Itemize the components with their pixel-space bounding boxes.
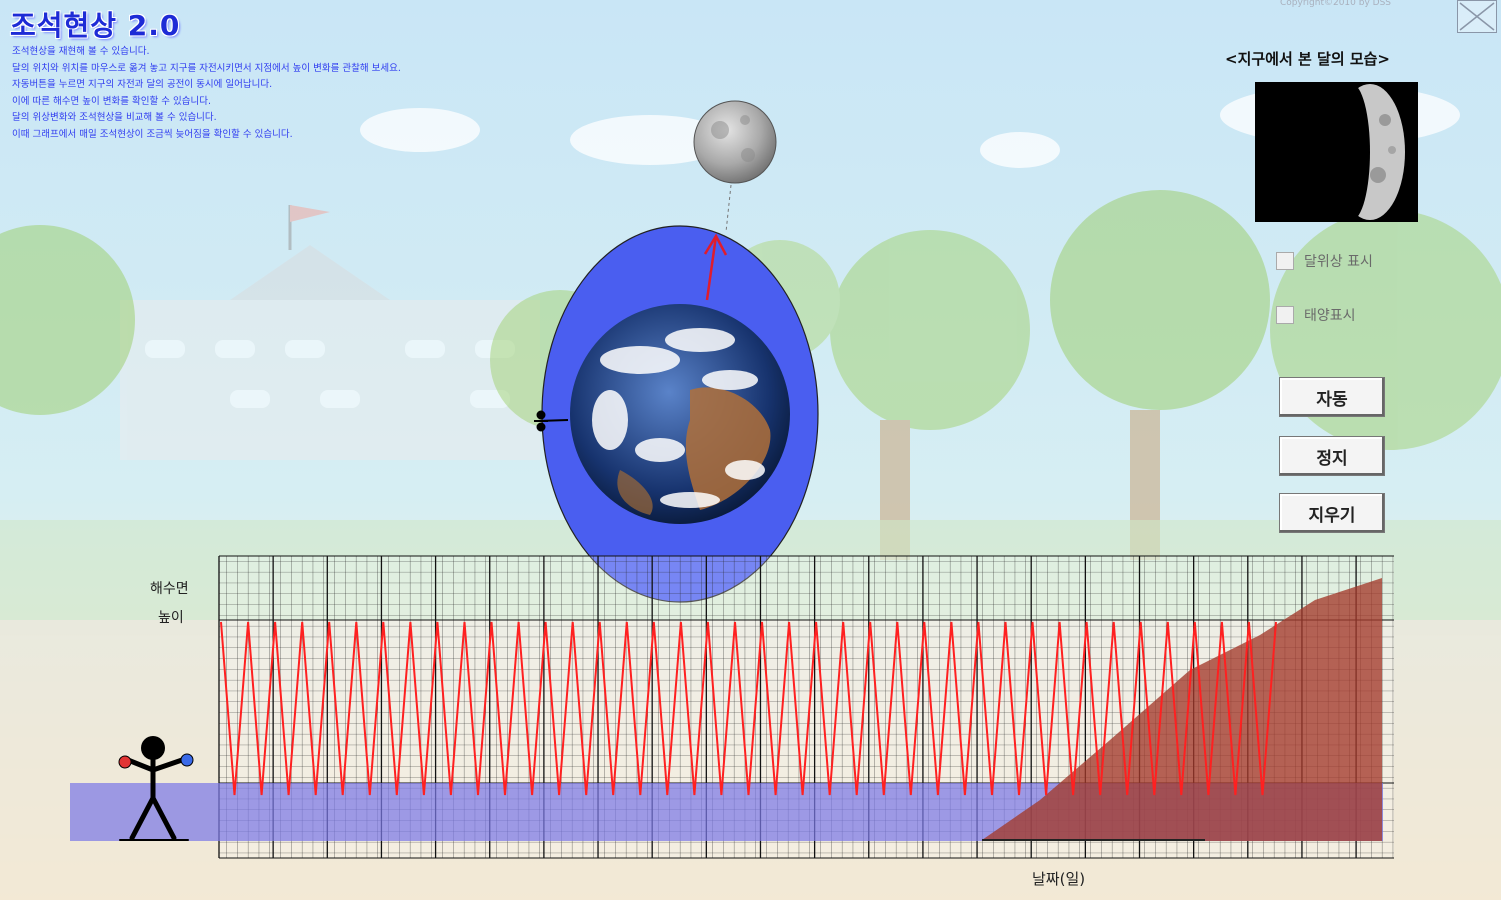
x-axis-label: 날짜(일) (1032, 870, 1086, 888)
copyright-text: Copyright©2010 by DSS (1280, 0, 1391, 8)
stop-button[interactable]: 정지 (1279, 436, 1385, 476)
earth-globe[interactable] (570, 304, 790, 524)
close-icon (1459, 2, 1495, 31)
sun-checkbox[interactable] (1276, 306, 1294, 324)
description-line: 자동버튼을 누르면 지구의 자전과 달의 공전이 동시에 일어납니다. (12, 79, 273, 90)
description-line: 이에 따른 해수면 높이 변화를 확인할 수 있습니다. (12, 95, 211, 107)
tide-graph (70, 555, 1394, 859)
sun-checkbox-label: 태양표시 (1304, 308, 1356, 324)
description-line: 달의 위치와 위치를 마우스로 옮겨 놓고 지구를 자전시키면서 지점에서 높이… (12, 62, 401, 74)
clear-button[interactable]: 지우기 (1279, 493, 1385, 533)
close-button[interactable] (1457, 0, 1497, 33)
moon-view-caption: <지구에서 본 달의 모습> (1225, 50, 1391, 68)
auto-button[interactable]: 자동 (1279, 377, 1385, 417)
moon-phase-image (1255, 82, 1418, 222)
description-line: 조석현상을 재현해 볼 수 있습니다. (12, 46, 150, 57)
y-axis-label-line2: 높이 (158, 610, 184, 626)
app-title: 조석현상 2.0 (10, 9, 181, 42)
description-line: 달의 위상변화와 조석현상을 비교해 볼 수 있습니다. (12, 112, 217, 123)
sun-checkbox-row[interactable]: 태양표시 (1276, 305, 1356, 325)
description-line: 이때 그래프에서 매일 조석현상이 조금씩 늦어짐을 확인할 수 있습니다. (12, 128, 293, 140)
moon-draggable[interactable] (693, 100, 777, 184)
description-text: 조석현상을 재현해 볼 수 있습니다. 달의 위치와 위치를 마우스로 옮겨 놓… (12, 44, 401, 143)
moon-phase-checkbox-label: 달위상 표시 (1304, 254, 1373, 270)
moon-phase-checkbox-row[interactable]: 달위상 표시 (1276, 251, 1373, 271)
y-axis-label-line1: 해수면 (150, 581, 189, 597)
moon-phase-checkbox[interactable] (1276, 252, 1294, 270)
